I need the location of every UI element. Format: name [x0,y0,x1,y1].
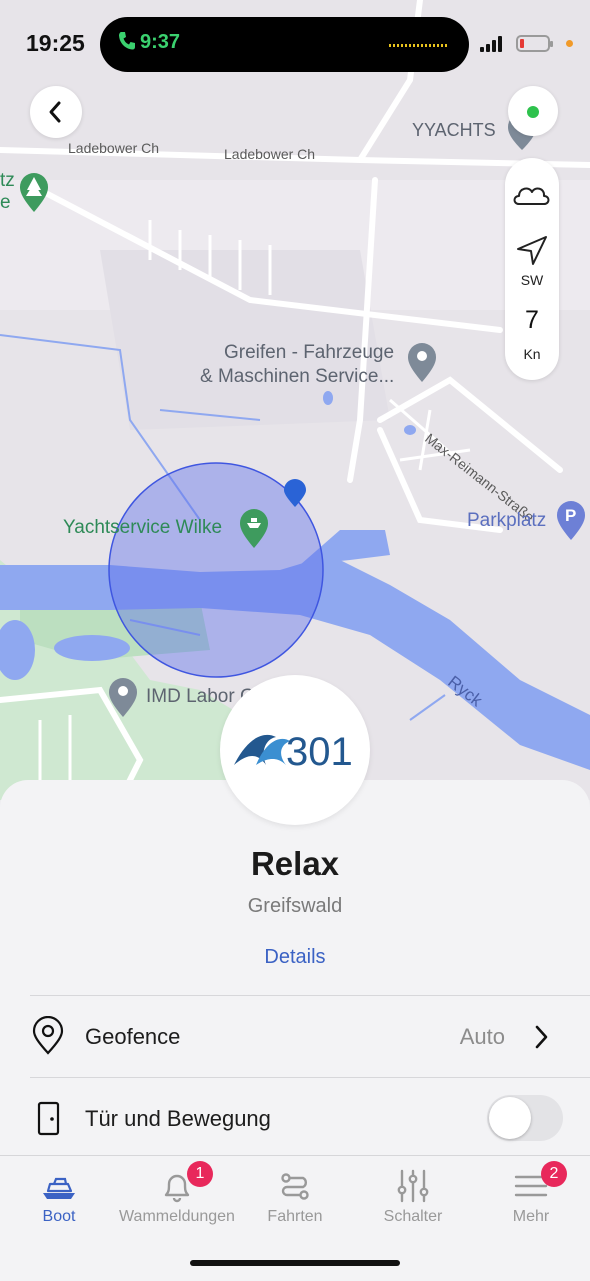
cloud-icon [513,187,550,205]
toggle-knob [489,1097,531,1139]
wind-unit: Kn [523,346,541,362]
door-motion-toggle[interactable] [487,1095,563,1141]
phone-icon [119,32,135,50]
tab-label: Boot [42,1208,76,1225]
logo-text: 301 [286,730,353,774]
poi-label-yachts: YYACHTS [412,120,496,140]
call-indicator: 9:37 [118,31,180,54]
details-link[interactable]: Details [245,946,345,969]
geofence-label: Geofence [85,1024,181,1049]
svg-text:P: P [565,506,576,525]
chevron-left-icon [49,101,61,123]
sliders-icon [397,1169,429,1203]
door-motion-label: Tür und Bewegung [85,1106,271,1131]
poi-label-parkplatz: Parkplatz [467,510,547,531]
poi-label-greifen: & Maschinen Service... [200,366,395,387]
wind-direction: SW [520,272,544,288]
geofence-row[interactable]: Geofence Auto [0,996,590,1076]
boat-location: Greifswald [247,895,343,917]
route-icon [281,1173,309,1200]
online-status-button[interactable] [508,86,558,136]
cellular-signal-icon [480,36,508,52]
tab-wammeldungen[interactable]: 1 Wammeldungen [118,1156,236,1246]
online-status-dot [527,106,539,118]
back-button[interactable] [30,86,82,138]
chevron-right-icon [535,1025,548,1049]
tab-fahrten[interactable]: Fahrten [236,1156,354,1246]
privacy-indicator-dot [566,40,573,47]
poi-label-greifen: Greifen - Fahrzeuge [224,342,395,363]
tab-boot[interactable]: Boot [0,1156,118,1246]
geofence-value: Auto [459,1024,505,1049]
boat-icon [43,1177,75,1199]
tab-label: Schalter [383,1208,443,1225]
street-label: Ladebower Ch [224,146,316,162]
tab-label: Wammeldungen [119,1208,235,1225]
location-pin-icon [32,1016,64,1055]
street-label: Ladebower Ch [68,140,160,156]
tab-label: Fahrten [267,1208,323,1225]
boat-logo: 301 [220,675,370,825]
notification-badge: 1 [187,1161,213,1187]
wind-speed: 7 [525,306,539,334]
notification-badge: 2 [541,1161,567,1187]
wave-logo-icon: 301 [234,730,353,774]
status-time: 19:25 [26,30,85,56]
wind-direction-icon [517,236,547,265]
battery-icon [516,35,553,52]
tab-mehr[interactable]: 2 Mehr [472,1156,590,1246]
status-bar: 19:25 9:37 [0,0,590,90]
call-time: 9:37 [140,31,181,53]
boat-name: Relax [250,845,340,882]
weather-panel[interactable]: SW 7 Kn [505,158,559,380]
tab-schalter[interactable]: Schalter [354,1156,472,1246]
home-indicator [190,1260,400,1266]
poi-label-yachtservice: Yachtservice Wilke [63,517,223,538]
poi-label-edge: e [0,192,11,213]
audio-wave-icon [389,44,447,47]
door-icon [37,1101,60,1136]
tab-label: Mehr [512,1208,550,1225]
dynamic-island[interactable]: 9:37 [100,17,469,72]
